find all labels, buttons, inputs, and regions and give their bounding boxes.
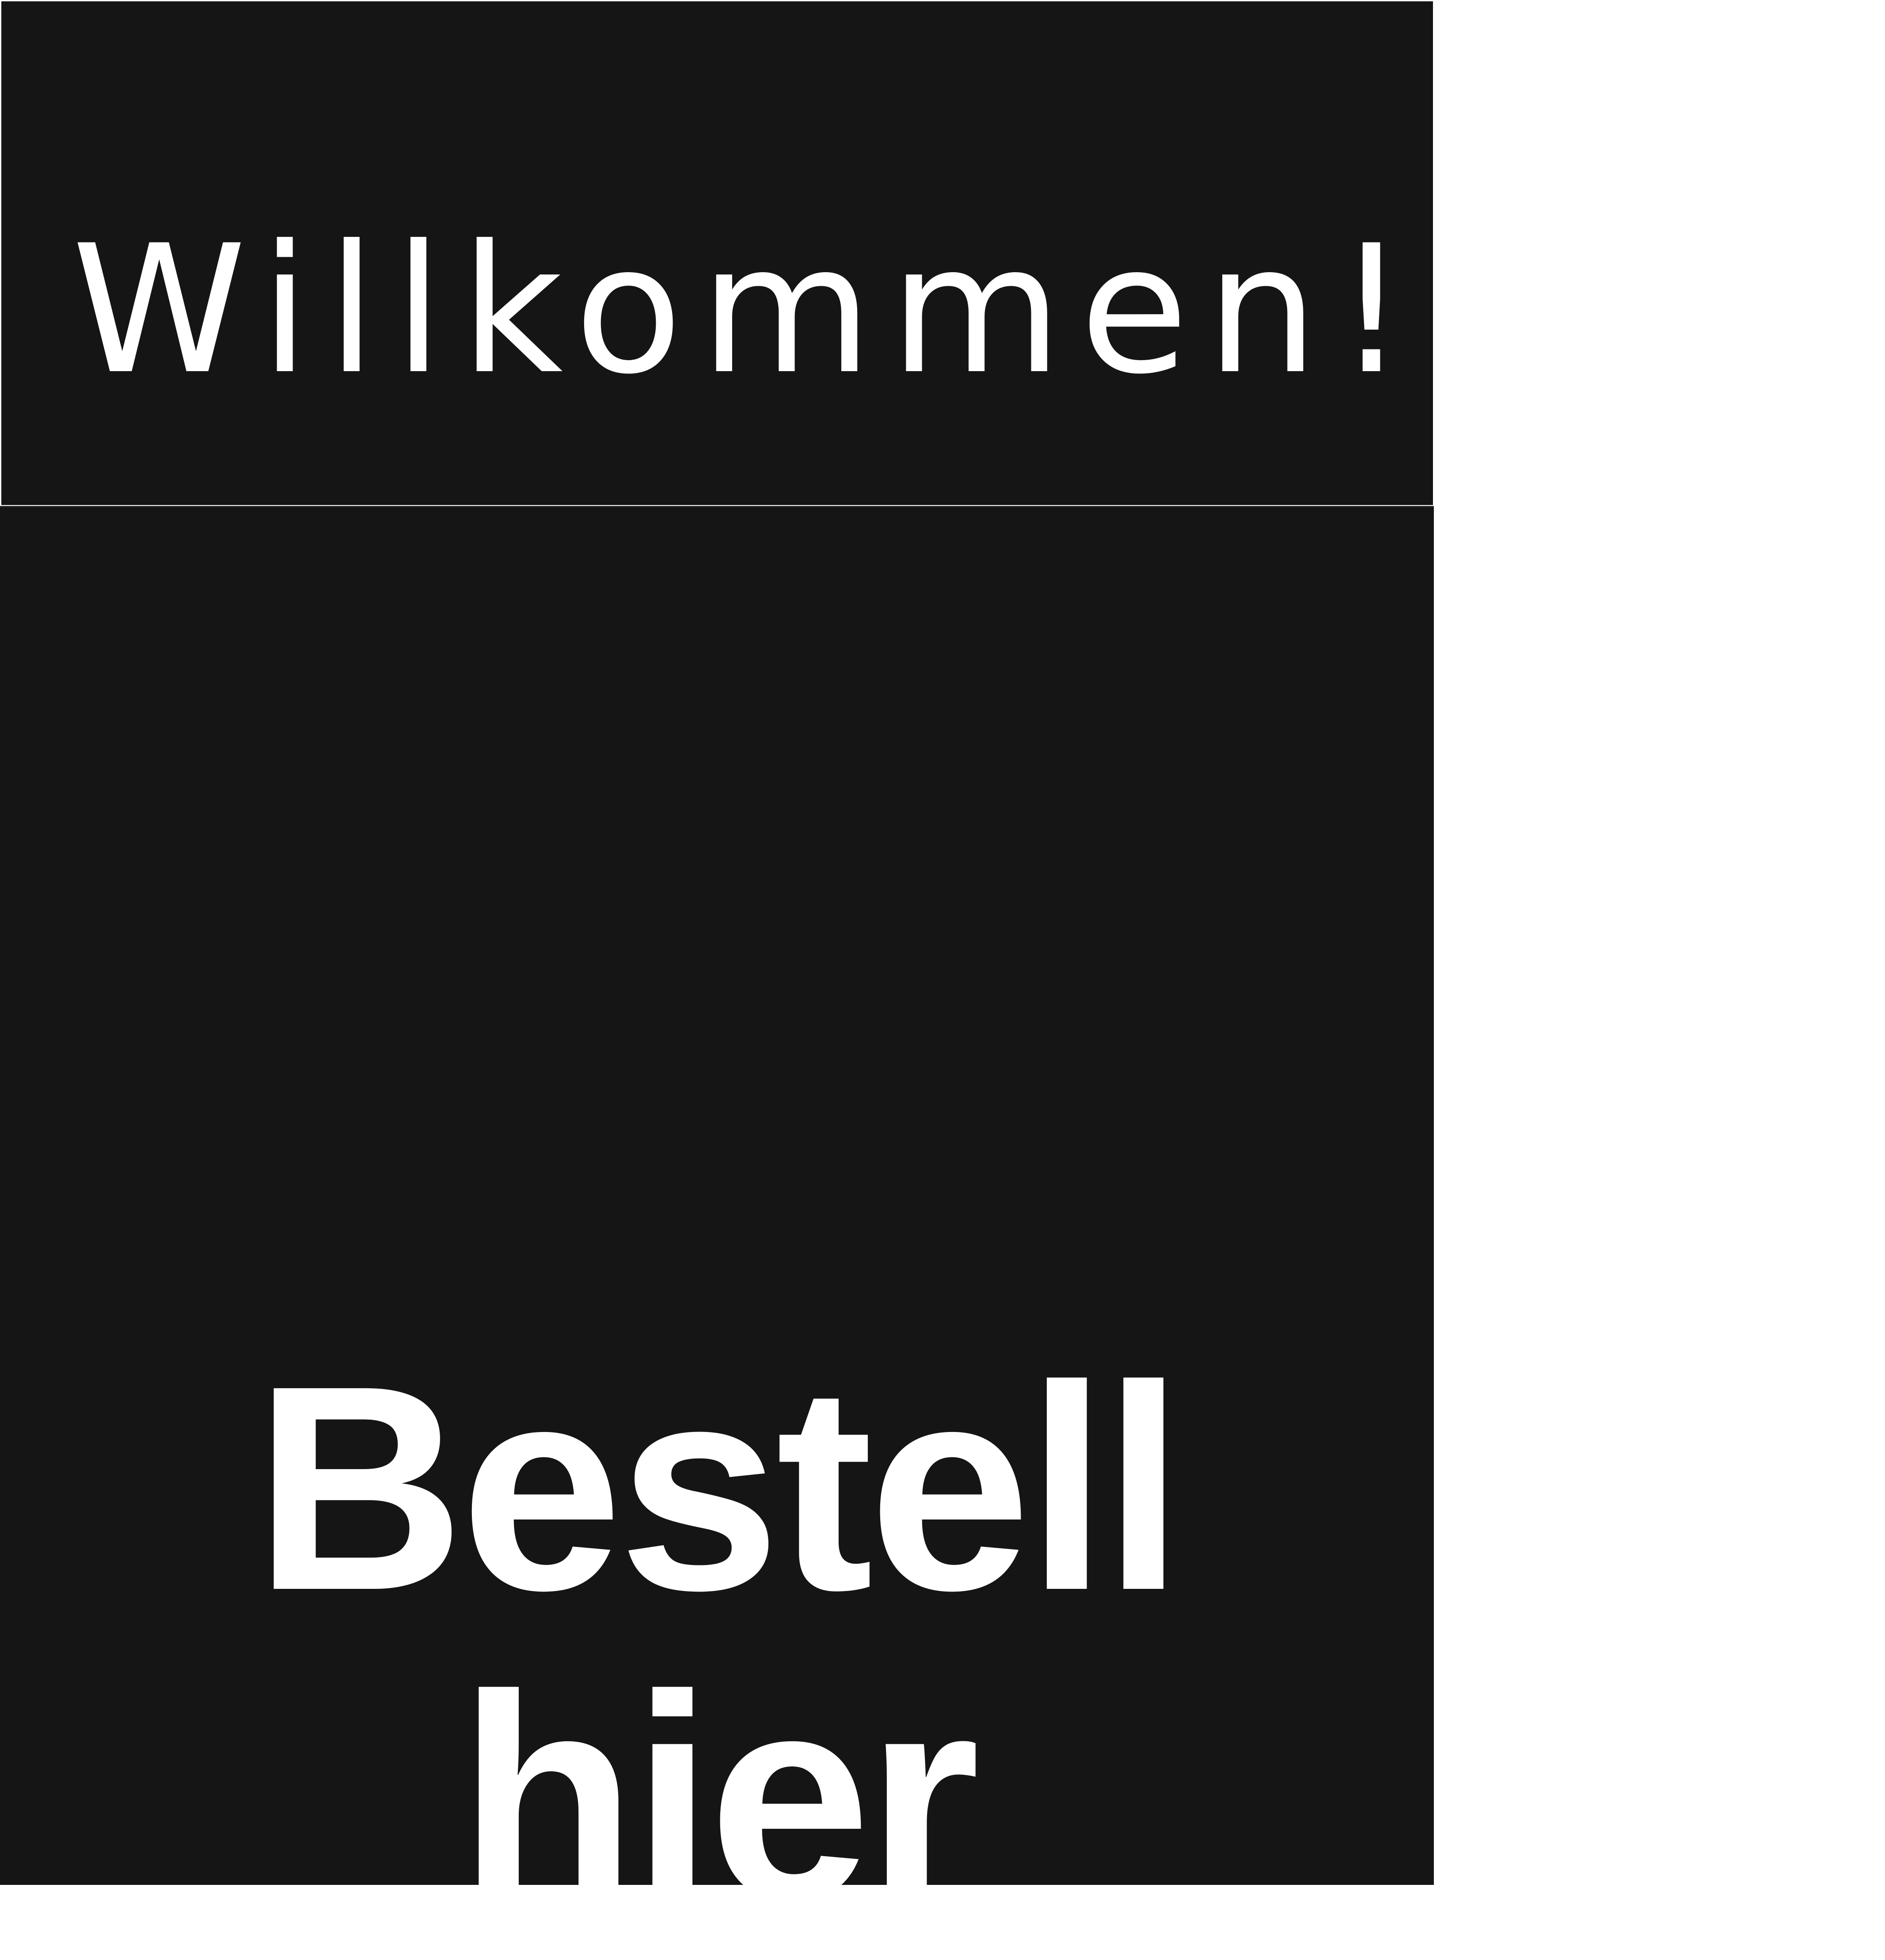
order-here-panel[interactable]: Bestell hier bbox=[0, 506, 1434, 1943]
welcome-banner: Willkommen! bbox=[1, 1, 1433, 505]
welcome-title: Willkommen! bbox=[72, 208, 1425, 413]
headline-line-2: hier bbox=[458, 1634, 980, 1960]
headline-line-1: Bestell bbox=[254, 1325, 1184, 1651]
